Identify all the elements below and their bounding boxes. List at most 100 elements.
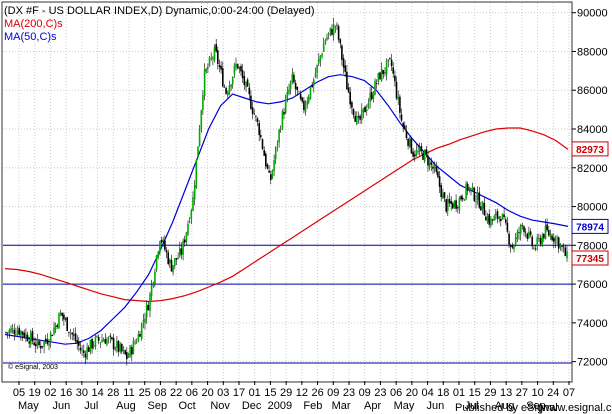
price-bar-body [559,244,562,247]
price-bar-body [329,27,332,33]
price-bar-body [15,334,17,335]
price-bar-body [374,80,376,95]
price-bar-body [549,234,552,238]
price-bar-body [25,333,27,338]
price-bar-body [389,58,391,59]
price-bar-body [92,345,95,347]
price-bar-body [91,339,93,349]
price-bar-body [170,259,173,272]
price-bar-body [430,162,433,165]
price-bar-body [210,57,212,59]
price-bar-body [289,81,292,90]
price-bar-body [490,218,492,226]
x-tick-label: 25 [139,387,151,399]
price-bar-body [154,272,156,284]
price-bar-body [445,199,447,212]
price-bar-body [164,240,166,250]
price-bar-body [313,79,315,86]
price-bar-body [111,337,113,340]
price-bar-body [404,125,406,130]
price-bar-body [331,29,333,35]
price-bar-body [301,97,303,102]
price-bar-body [341,45,343,60]
price-bar-body [562,246,565,248]
price-bar-body [544,225,547,239]
y-tick-label: 80000 [577,202,608,214]
x-tick-label: 15 [264,387,276,399]
price-bar-body [167,252,169,264]
price-bar-body [422,152,424,160]
price-bar-body [260,135,262,138]
price-bar-body [311,84,313,87]
price-bar-body [175,258,178,260]
price-bar-body [96,335,98,337]
price-bar-body [102,340,105,342]
price-bar-body [68,331,70,333]
price-bar-body [471,186,474,190]
price-bar-body [127,355,130,358]
y-tick-label: 88000 [577,47,608,59]
price-bar-body [461,197,464,200]
price-bar-body [455,200,457,209]
y-axis: 7200074000760007800080000820008400086000… [572,8,608,369]
price-bar-body [149,293,151,311]
y-tick-label: 72000 [577,357,608,369]
price-bar-body [526,233,529,239]
price-bar-body [296,86,299,91]
x-month-label: Dec [242,400,262,412]
price-bar-body [380,68,383,81]
price-bar-body [155,255,158,270]
price-bar-body [506,222,509,232]
price-bar-body [179,248,181,257]
price-bar-body [198,129,201,147]
price-bar-body [498,216,500,220]
price-bar-body [488,214,490,225]
price-bar-body [534,248,537,250]
price-bar-body [192,197,194,211]
price-bar-body [243,76,246,86]
price-bar-body [457,207,459,209]
x-tick-label: 23 [374,387,386,399]
price-bar-body [73,334,75,336]
price-bar-body [566,251,568,259]
price-bar-body [309,86,312,99]
price-bar-body [193,185,196,200]
price-bar-body [400,114,403,121]
price-bar-body [521,225,524,227]
price-bar-body [509,245,512,247]
price-bar-body [349,92,351,105]
price-bar-body [86,347,88,360]
price-bar-body [94,337,97,347]
price-bar-body [322,44,325,52]
price-bar-body [332,24,335,35]
price-bar-body [284,99,287,114]
price-bar-body [334,26,337,27]
price-bar-body [235,63,237,68]
price-bar-body [481,201,484,209]
price-bar-body [157,251,159,258]
x-month-label: Jun [427,400,445,412]
price-bar-body [433,164,436,169]
price-bar-body [66,317,68,331]
price-bar-body [44,338,47,341]
x-tick-label: 02 [44,387,56,399]
price-bar-body [299,94,302,99]
x-month-label: Nov [210,400,230,412]
price-bar-body [372,94,375,99]
x-tick-label: 17 [233,387,245,399]
price-bar-body [26,334,29,341]
price-bar-body [440,185,442,198]
y-tick-label: 84000 [577,124,608,136]
price-bar-body [370,92,373,100]
x-month-label: 2009 [268,400,292,412]
price-bar-body [414,154,416,157]
price-bar-body [147,305,150,311]
price-bar-body [38,341,40,346]
price-bar-body [218,65,221,68]
price-bar-body [245,81,247,88]
price-bar-body [432,166,434,169]
price-bar-body [270,174,272,180]
x-month-label: Apr [364,400,381,412]
price-bar-body [288,89,290,94]
price-bar-body [250,95,252,109]
